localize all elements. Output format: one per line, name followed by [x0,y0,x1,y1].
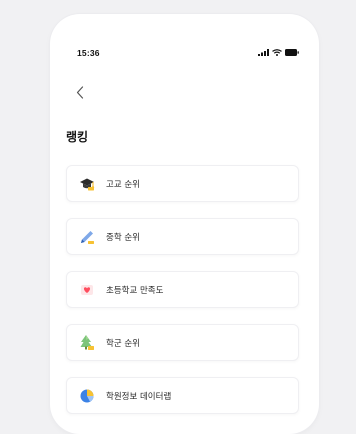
list-item-school-district-ranking[interactable]: 학군 순위 [66,324,299,361]
ranking-list: 고교 순위 중학 순위 초등학교 만족도 학군 순위 학원정보 데이터랩 [66,165,299,430]
wifi-icon [272,49,282,56]
list-item-elementary-satisfaction[interactable]: 초등학교 만족도 [66,271,299,308]
heart-icon [78,281,96,299]
page-title: 랭킹 [66,130,89,144]
status-time: 15:36 [77,48,100,58]
tree-icon [78,334,96,352]
phone-frame: 15:36 랭킹 고교 순위 중학 순위 초등학교 만족도 학군 순위 학원정보… [50,14,319,434]
status-icons [258,49,299,56]
list-item-label: 중학 순위 [106,232,140,243]
list-item-high-school-ranking[interactable]: 고교 순위 [66,165,299,202]
list-item-label: 초등학교 만족도 [106,285,164,296]
chevron-left-icon [76,84,84,103]
signal-icon [258,49,269,56]
back-button[interactable] [72,84,88,102]
list-item-label: 학원정보 데이터랩 [106,391,172,402]
list-item-label: 고교 순위 [106,179,140,190]
pencil-icon [78,228,96,246]
graduation-cap-icon [78,175,96,193]
pie-chart-icon [78,387,96,405]
list-item-middle-school-ranking[interactable]: 중학 순위 [66,218,299,255]
list-item-academy-datalab[interactable]: 학원정보 데이터랩 [66,377,299,414]
list-item-label: 학군 순위 [106,338,140,349]
battery-icon [285,49,299,56]
status-bar: 15:36 [50,14,319,84]
